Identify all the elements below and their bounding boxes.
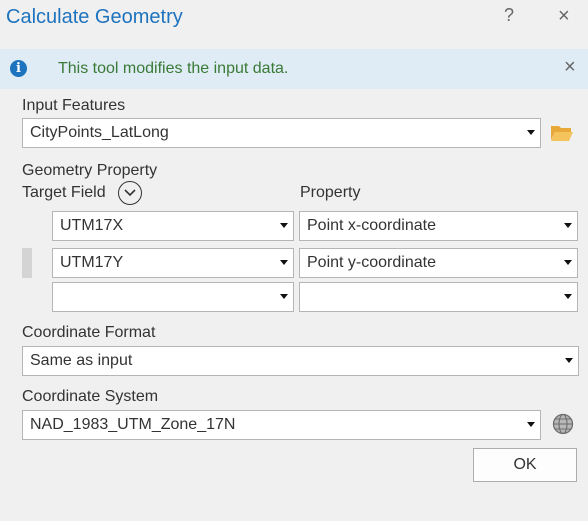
coordinate-format-value: Same as input: [30, 352, 133, 369]
dropdown-arrow-icon: [280, 260, 288, 265]
input-features-label: Input Features: [22, 97, 126, 114]
info-message: This tool modifies the input data.: [58, 60, 289, 77]
info-close-button[interactable]: ×: [564, 56, 576, 79]
chevron-down-icon[interactable]: [118, 181, 142, 205]
target-field-value: UTM17X: [60, 217, 124, 234]
dropdown-arrow-icon: [564, 294, 572, 299]
row-drag-handle[interactable]: [22, 248, 32, 278]
property-value: Point x-coordinate: [307, 217, 436, 234]
coordinate-system-dropdown[interactable]: NAD_1983_UTM_Zone_17N: [22, 410, 541, 440]
globe-icon[interactable]: [552, 413, 574, 435]
info-banner: i This tool modifies the input data. ×: [0, 49, 588, 89]
dropdown-arrow-icon: [564, 223, 572, 228]
property-dropdown[interactable]: Point x-coordinate: [299, 211, 578, 241]
target-field-dropdown[interactable]: [52, 282, 294, 312]
dropdown-arrow-icon: [527, 422, 535, 427]
target-field-dropdown[interactable]: UTM17X: [52, 211, 294, 241]
close-button[interactable]: ×: [558, 5, 570, 28]
coordinate-format-dropdown[interactable]: Same as input: [22, 346, 579, 376]
dropdown-arrow-icon: [564, 260, 572, 265]
target-field-label: Target Field: [22, 184, 106, 201]
folder-icon[interactable]: [550, 123, 574, 143]
ok-button[interactable]: OK: [473, 448, 577, 482]
property-dropdown[interactable]: [299, 282, 578, 312]
input-features-dropdown[interactable]: CityPoints_LatLong: [22, 118, 541, 148]
property-label: Property: [300, 184, 361, 201]
coordinate-system-label: Coordinate System: [22, 388, 159, 405]
dropdown-arrow-icon: [527, 130, 535, 135]
dropdown-arrow-icon: [280, 294, 288, 299]
property-dropdown[interactable]: Point y-coordinate: [299, 248, 578, 278]
title-bar: Calculate Geometry ? ×: [0, 0, 588, 40]
help-button[interactable]: ?: [504, 5, 514, 26]
input-features-value: CityPoints_LatLong: [30, 124, 169, 141]
coordinate-system-value: NAD_1983_UTM_Zone_17N: [30, 416, 236, 433]
target-field-value: UTM17Y: [60, 254, 124, 271]
dropdown-arrow-icon: [565, 358, 573, 363]
dialog-title: Calculate Geometry: [6, 6, 183, 28]
geometry-property-label: Geometry Property: [22, 162, 158, 179]
property-value: Point y-coordinate: [307, 254, 436, 271]
dropdown-arrow-icon: [280, 223, 288, 228]
target-field-dropdown[interactable]: UTM17Y: [52, 248, 294, 278]
coordinate-format-label: Coordinate Format: [22, 324, 156, 341]
info-icon: i: [10, 60, 27, 77]
